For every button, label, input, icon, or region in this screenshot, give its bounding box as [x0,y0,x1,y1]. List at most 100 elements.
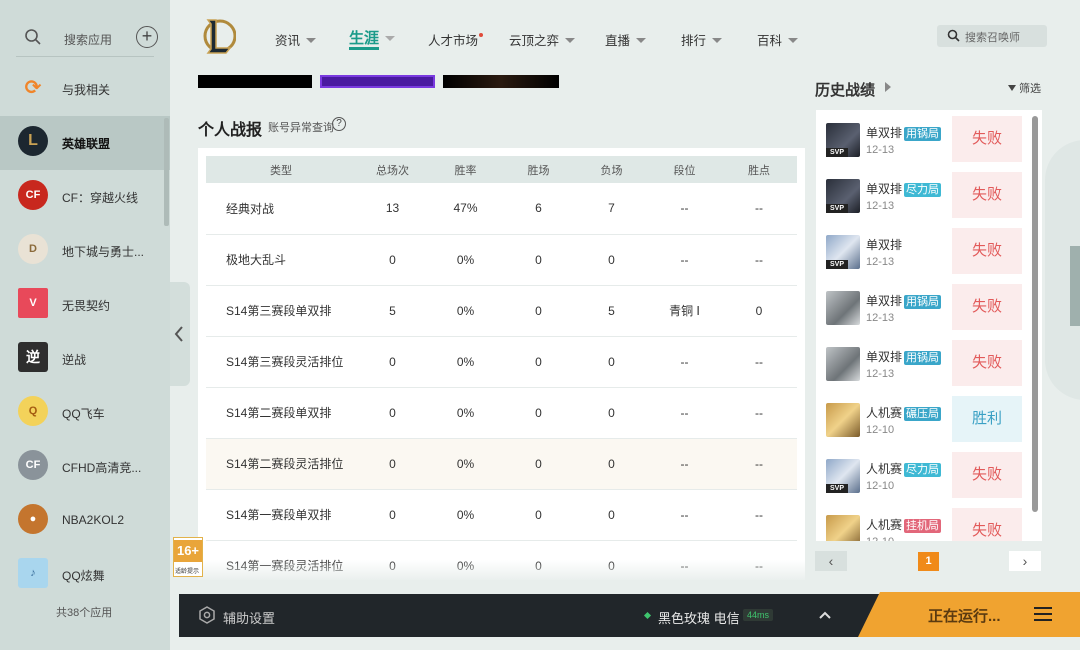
table-cell: 0 [575,489,648,541]
chevron-up-icon[interactable] [819,607,831,623]
sidebar-item[interactable]: Q QQ飞车 [0,386,170,440]
nav-tab[interactable]: 排行 [681,30,723,49]
account-check-link[interactable]: 账号异常查询 [268,119,334,135]
chevron-right-icon[interactable] [885,82,891,92]
match-result: 失败 [952,116,1022,162]
app-search-input[interactable]: 搜索应用 [64,31,112,48]
table-cell: -- [648,438,721,490]
match-tag: 尽力局 [904,463,942,477]
table-cell: S14第三赛段灵活排位 [206,336,356,388]
table-cell: 0% [429,489,502,541]
add-app-button[interactable]: + [136,26,158,48]
match-row[interactable]: 人机赛挂机局 12-10 失败 [816,500,1030,541]
table-cell: 7 [575,183,648,235]
match-row[interactable]: 单双排 用锅局 12-13 失败 [816,332,1030,388]
divider [16,56,154,57]
match-row[interactable]: SVP 单双排 尽力局 12-13 失败 [816,164,1030,220]
app-search-bar: 搜索应用 + [0,0,170,62]
nav-tab[interactable]: 生涯 [349,27,396,50]
banner-card-1[interactable] [198,75,312,88]
match-row[interactable]: SVP 单双排 用锅局 12-13 失败 [816,110,1030,164]
right-scrollbar[interactable] [1070,246,1080,326]
age-rating-badge[interactable]: 16+ 适龄提示 [173,537,203,577]
match-mode: 人机赛 尽力局 [866,460,942,477]
lol-logo-icon[interactable] [202,16,236,56]
table-cell: 0 [721,285,797,337]
table-cell: S14第一赛段单双排 [206,489,356,541]
collapse-sidebar-button[interactable] [170,282,190,386]
sidebar-scrollbar[interactable] [164,118,169,226]
match-row[interactable]: SVP 人机赛 尽力局 12-10 失败 [816,444,1030,500]
server-name[interactable]: 黑色玫瑰 电信 [658,608,740,627]
history-title[interactable]: 历史战绩 [815,79,875,100]
sidebar-item[interactable]: CF CF：穿越火线 [0,170,170,224]
table-cell: 47% [429,183,502,235]
match-row[interactable]: 人机赛 碾压局 12-10 胜利 [816,388,1030,444]
running-label: 正在运行... [928,608,1001,625]
table-cell: 0 [575,438,648,490]
chevron-left-icon [174,326,183,342]
nav-tab-label: 云顶之弈 [509,34,560,48]
sidebar-item[interactable]: CF CFHD高清竞... [0,440,170,494]
sidebar-item[interactable]: ⟳ 与我相关 [0,62,170,116]
history-scrollbar[interactable] [1032,116,1038,512]
table-cell: 极地大乱斗 [206,234,356,286]
nav-tab[interactable]: 人才市场 [428,30,484,49]
stats-table: 类型 总场次 胜率 胜场 负场 段位 胜点 经典对战 13 47% 6 7 -- -- 极地大乱斗 0 0% 0… [206,156,797,580]
banner-card-3[interactable] [443,75,559,88]
table-cell: -- [648,234,721,286]
search-icon[interactable] [24,28,42,46]
champion-avatar [826,291,860,325]
table-cell: 经典对战 [206,183,356,235]
match-row[interactable]: 单双排 用锅局 12-13 失败 [816,276,1030,332]
running-button[interactable]: 正在运行... [858,592,1080,637]
table-cell: -- [721,438,797,490]
table-row[interactable]: 极地大乱斗 0 0% 0 0 -- -- [206,234,797,286]
sidebar-item[interactable]: ● NBA2KOL2 [0,494,170,548]
svp-badge-icon: SVP [826,260,848,269]
table-row[interactable]: S14第二赛段单双排 0 0% 0 0 -- -- [206,387,797,439]
sidebar-item[interactable]: L 英雄联盟 [0,116,170,170]
prev-page-button[interactable]: ‹ [815,551,847,571]
sidebar-item[interactable]: ♪ QQ炫舞 [0,548,170,602]
match-date: 12-10 [866,424,895,436]
table-cell: -- [648,336,721,388]
sidebar-item[interactable]: 逆逆战 [0,332,170,386]
table-row[interactable]: 经典对战 13 47% 6 7 -- -- [206,183,797,235]
dnf-icon: D [18,234,48,264]
match-result: 失败 [952,172,1022,218]
table-cell: 0 [502,387,575,439]
sidebar-item[interactable]: V 无畏契约 [0,278,170,332]
related-icon: ⟳ [24,76,42,99]
match-row[interactable]: SVP 单双排 12-13 失败 [816,220,1030,276]
current-page[interactable]: 1 [918,552,939,571]
table-row[interactable]: S14第三赛段单双排 5 0% 0 5 青铜 Ⅰ0 [206,285,797,337]
table-fade [198,560,805,582]
table-cell: 0 [356,336,429,388]
banner-card-2[interactable] [320,75,435,88]
nav-tab[interactable]: 直播 [605,30,647,49]
summoner-search-input[interactable]: 搜索召唤师 [965,29,1020,45]
next-page-button[interactable]: › [1009,551,1041,571]
active-tab-indicator [349,47,379,50]
champion-avatar [826,403,860,437]
nav-tab[interactable]: 百科 [757,30,799,49]
table-cell: S14第二赛段灵活排位 [206,438,356,490]
menu-icon[interactable] [1034,607,1052,621]
summoner-search[interactable]: 搜索召唤师 [937,25,1047,47]
valorant-icon: V [18,288,48,318]
cfhd-icon: CF [18,450,48,480]
table-cell: 0 [502,336,575,388]
sidebar-item[interactable]: D 地下城与勇士... [0,224,170,278]
filter-button[interactable]: 筛选 [1008,80,1041,96]
assist-settings-button[interactable]: 辅助设置 [223,608,275,627]
svp-badge-icon: SVP [826,148,848,157]
help-icon[interactable]: ? [332,117,346,131]
table-row[interactable]: S14第三赛段灵活排位 0 0% 0 0 -- -- [206,336,797,388]
table-row[interactable]: S14第一赛段单双排 0 0% 0 0 -- -- [206,489,797,541]
lol-icon: L [18,126,48,156]
settings-icon[interactable] [198,606,216,624]
nav-tab[interactable]: 云顶之弈 [509,30,576,49]
nav-tab[interactable]: 资讯 [275,30,317,49]
table-row[interactable]: S14第二赛段灵活排位 0 0% 0 0 -- -- [206,438,797,490]
